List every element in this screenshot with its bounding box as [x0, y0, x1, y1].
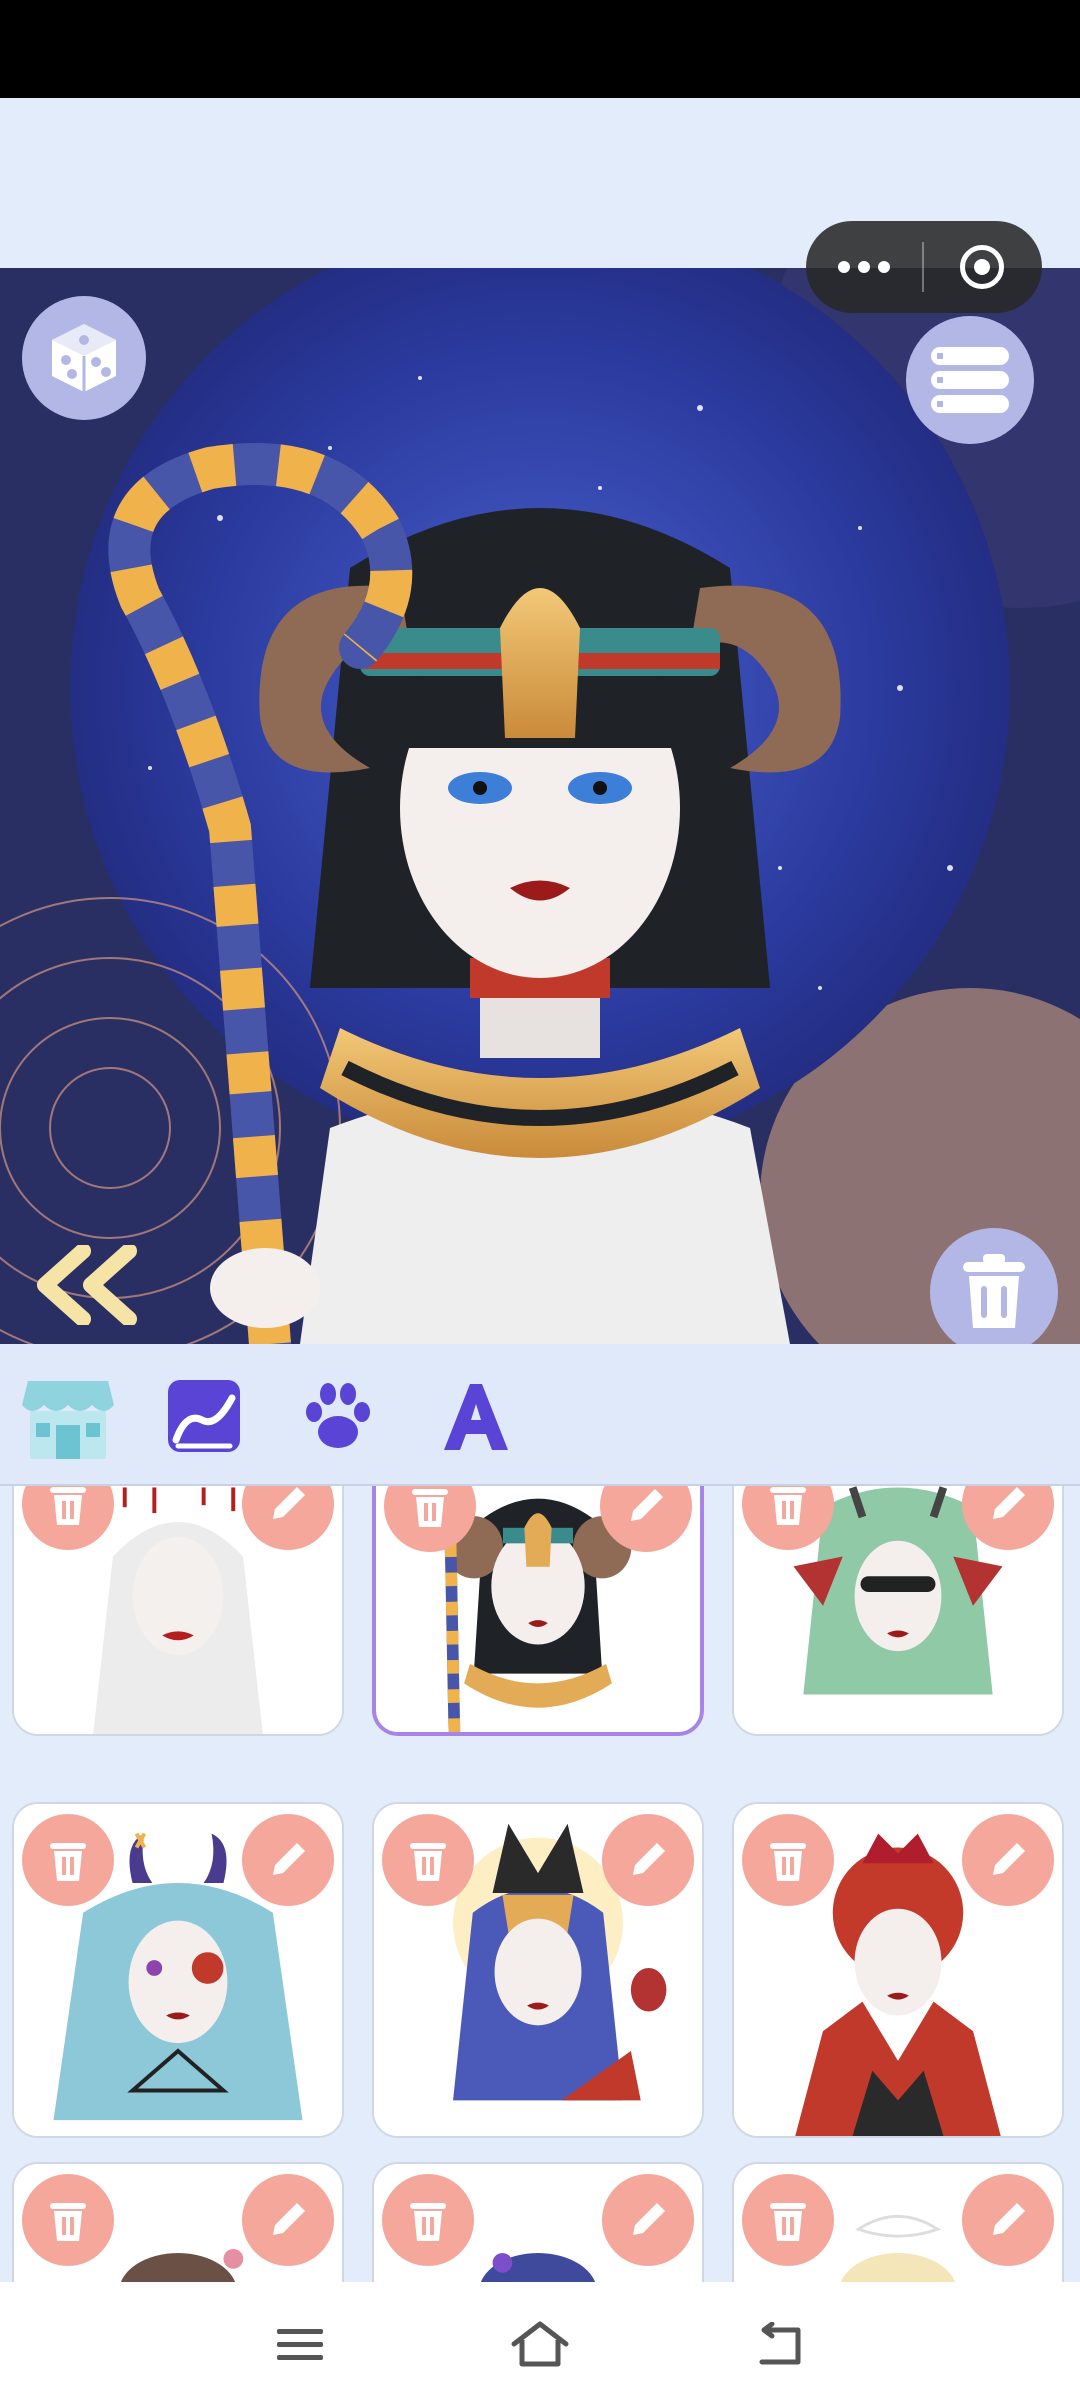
delete-button[interactable] [930, 1228, 1058, 1356]
avatar-illustration [0, 268, 1080, 1344]
card-delete-button[interactable] [22, 1814, 114, 1906]
gallery-card[interactable] [12, 1486, 344, 1736]
tab-pets[interactable] [288, 1368, 388, 1464]
pencil-icon [273, 1843, 305, 1875]
list-menu-icon [931, 347, 1009, 413]
gallery-card[interactable] [372, 1802, 704, 2138]
trash-icon [50, 2203, 86, 2241]
card-edit-button[interactable] [602, 2174, 694, 2266]
menu-button[interactable] [906, 316, 1034, 444]
gallery-card[interactable] [732, 1486, 1064, 1736]
tab-background[interactable] [154, 1368, 254, 1464]
card-edit-button[interactable] [242, 2174, 334, 2266]
gallery-card[interactable] [372, 1486, 704, 1736]
card-edit-button[interactable] [602, 1814, 694, 1906]
pencil-icon [273, 2203, 305, 2235]
pencil-icon [993, 1843, 1025, 1875]
trash-icon [50, 1487, 86, 1525]
pencil-icon [993, 2203, 1025, 2235]
back-button[interactable] [740, 2312, 820, 2378]
gallery-card[interactable] [12, 2162, 344, 2282]
card-delete-button[interactable] [382, 1814, 474, 1906]
card-delete-button[interactable] [742, 2174, 834, 2266]
more-dots-icon[interactable] [806, 221, 922, 313]
text-a-icon [444, 1384, 508, 1450]
card-delete-button[interactable] [742, 1814, 834, 1906]
tab-text[interactable] [426, 1368, 526, 1464]
card-delete-button[interactable] [382, 2174, 474, 2266]
shop-icon [22, 1381, 114, 1459]
tab-shop[interactable] [18, 1368, 118, 1464]
paw-icon [306, 1383, 370, 1448]
avatar-preview [0, 268, 1080, 1344]
trash-icon [770, 2203, 806, 2241]
card-edit-button[interactable] [962, 1814, 1054, 1906]
dice-icon [52, 324, 116, 392]
trash-icon [963, 1254, 1025, 1328]
collapse-button[interactable] [28, 1240, 148, 1330]
trash-icon [410, 1843, 446, 1881]
pencil-icon [631, 1489, 663, 1521]
pencil-icon [993, 1487, 1025, 1519]
status-bar [0, 0, 1080, 98]
recent-apps-button[interactable] [260, 2312, 340, 2378]
avatar-gallery [0, 1486, 1080, 2282]
back-icon [759, 2322, 801, 2365]
gallery-card[interactable] [732, 1802, 1064, 2138]
pencil-icon [273, 1487, 305, 1519]
card-delete-button[interactable] [22, 2174, 114, 2266]
gallery-card[interactable] [372, 2162, 704, 2282]
category-toolbar [0, 1344, 1080, 1486]
trash-icon [410, 2203, 446, 2241]
home-button[interactable] [500, 2312, 580, 2378]
mini-program-capsule [806, 221, 1042, 313]
card-edit-button[interactable] [962, 2174, 1054, 2266]
trash-icon [770, 1487, 806, 1525]
randomize-button[interactable] [22, 296, 146, 420]
menu-lines-icon [277, 2329, 323, 2360]
home-icon [511, 2321, 569, 2367]
gallery-card[interactable] [732, 2162, 1064, 2282]
system-nav-bar [0, 2282, 1080, 2408]
background-image-icon [168, 1380, 240, 1452]
pencil-icon [633, 1843, 665, 1875]
trash-icon [770, 1843, 806, 1881]
double-chevron-left-icon [37, 1245, 137, 1325]
card-edit-button[interactable] [242, 1814, 334, 1906]
pencil-icon [633, 2203, 665, 2235]
trash-icon [50, 1843, 86, 1881]
close-circle-icon[interactable] [924, 221, 1040, 313]
gallery-card[interactable] [12, 1802, 344, 2138]
trash-icon [412, 1489, 448, 1527]
